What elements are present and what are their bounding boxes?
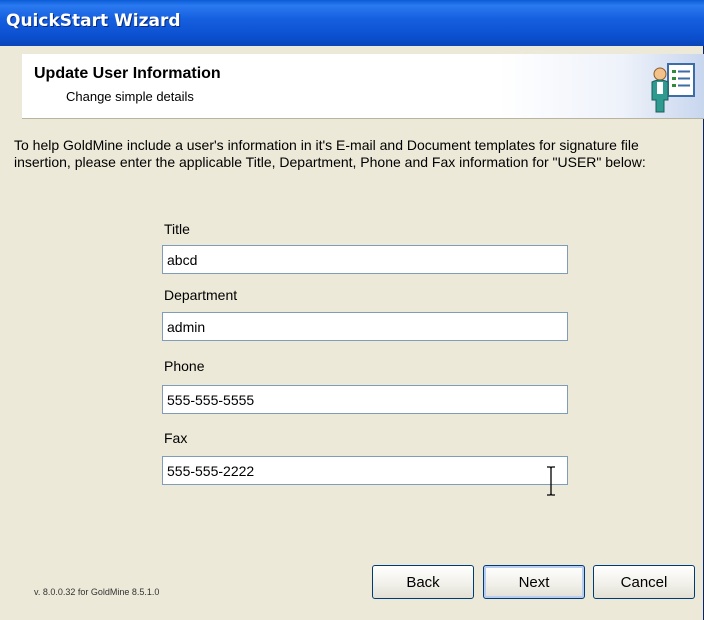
wizard-window: QuickStart Wizard Update User Informatio… [0,0,704,620]
department-input[interactable] [162,312,568,341]
cancel-button[interactable]: Cancel [593,565,695,599]
header-subtitle: Change simple details [66,89,194,104]
header-title: Update User Information [34,65,221,82]
fax-input[interactable] [162,456,568,485]
version-label: v. 8.0.0.32 for GoldMine 8.5.1.0 [34,587,160,597]
title-label: Title [164,221,190,237]
user-info-icon [651,63,695,113]
title-bar[interactable]: QuickStart Wizard [0,0,704,46]
fax-label: Fax [164,430,188,446]
intro-text: To help GoldMine include a user's inform… [14,137,646,170]
phone-label: Phone [164,358,205,374]
department-label: Department [164,287,238,303]
title-input[interactable] [162,245,568,274]
header-panel: Update User Information Change simple de… [22,54,704,119]
window-title: QuickStart Wizard [6,11,181,31]
next-button[interactable]: Next [483,565,585,599]
back-button[interactable]: Back [372,565,474,599]
text-cursor-icon [547,466,555,496]
phone-input[interactable] [162,385,568,414]
